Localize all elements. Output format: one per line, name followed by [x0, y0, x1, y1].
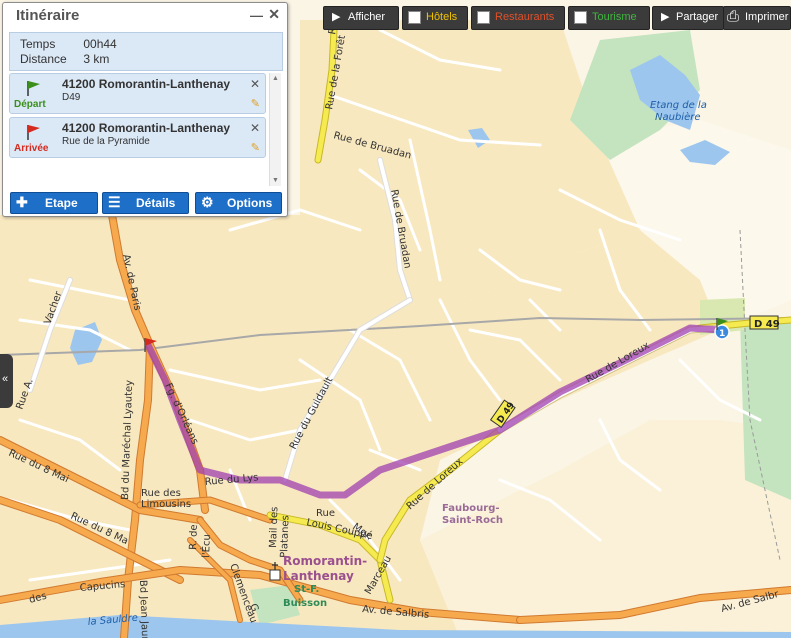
details-button[interactable]: ☰ Détails [102, 192, 189, 214]
label-faubourg-2: Saint-Roch [442, 515, 503, 526]
label-st-f: St-F. [294, 584, 319, 595]
stop-arrivee[interactable]: Arrivée 41200 Romorantin-Lanthenay Rue d… [9, 117, 266, 158]
green-flag-icon [27, 81, 40, 96]
time-row: Temps 00h44 [20, 37, 117, 51]
restaurants-checkbox[interactable] [477, 11, 490, 24]
close-icon[interactable]: ✕ [268, 6, 280, 23]
svg-text:D 49: D 49 [754, 319, 780, 330]
itinerary-panel: Itinéraire — ✕ Temps 00h44 Distance 3 km… [2, 2, 288, 217]
hotels-checkbox[interactable] [408, 11, 421, 24]
label-etang-2: Naubière [655, 111, 701, 123]
distance-value: 3 km [83, 52, 110, 66]
time-value: 00h44 [83, 37, 117, 51]
collapse-panel-tab[interactable]: « [0, 354, 13, 408]
stops-scrollbar[interactable]: ▲ ▼ [269, 73, 281, 186]
route-summary: Temps 00h44 Distance 3 km [9, 32, 283, 71]
label-etang-1: Etang de la [650, 100, 707, 111]
partager-button[interactable]: ▶ Partager [652, 6, 724, 30]
minimize-icon[interactable]: — [250, 8, 263, 23]
label-mail: Mail des [268, 507, 280, 549]
play-icon: ▶ [332, 11, 341, 23]
label-rue-r: R. de [188, 524, 200, 550]
stop-street: Rue de la Pyramide [62, 136, 150, 147]
label-limousins-1: Rue des [141, 488, 181, 499]
label-town-2: Lanthenay [283, 569, 354, 583]
road-badge-d49-east: D 49 [749, 315, 780, 330]
list-icon: ☰ [108, 194, 121, 210]
stop-role: Départ [14, 99, 46, 110]
scroll-up-icon[interactable]: ▲ [272, 75, 279, 82]
label-lecu: l'Écu [199, 534, 213, 558]
label-platanes: Platanes [279, 515, 291, 558]
stop-depart[interactable]: Départ 41200 Romorantin-Lanthenay D49 ✕ … [9, 73, 266, 114]
label-bd-jaur: Bd Jean Jaur [137, 580, 150, 638]
stop-city: 41200 Romorantin-Lanthenay [62, 121, 231, 135]
tourisme-checkbox[interactable] [574, 11, 587, 24]
label-faubourg-1: Faubourg- [442, 503, 500, 514]
remove-stop-icon[interactable]: ✕ [250, 77, 260, 91]
label-limousins-2: Limousins [141, 499, 191, 510]
scroll-down-icon[interactable]: ▼ [272, 177, 279, 184]
afficher-button[interactable]: ▶ Afficher [323, 6, 399, 30]
hotels-toggle[interactable]: Hôtels [402, 6, 468, 30]
edit-pencil-icon[interactable]: ✎ [251, 97, 260, 110]
stops-list: Départ 41200 Romorantin-Lanthenay D49 ✕ … [9, 73, 281, 186]
add-etape-button[interactable]: ✚ Etape [10, 192, 98, 214]
printer-icon: ⎙ [727, 8, 740, 25]
gear-icon: ⚙ [201, 194, 214, 210]
time-label: Temps [20, 37, 56, 51]
stop-role: Arrivée [14, 143, 49, 154]
stop-city: 41200 Romorantin-Lanthenay [62, 77, 231, 91]
svg-text:1: 1 [719, 329, 725, 339]
label-buisson: Buisson [283, 598, 327, 609]
stop-street: D49 [62, 92, 81, 103]
label-louis-couppe-1: Rue [316, 508, 335, 519]
panel-title: Itinéraire [16, 7, 80, 24]
imprimer-button[interactable]: ⎙ Imprimer [723, 6, 791, 30]
red-flag-icon [27, 125, 40, 140]
play-icon: ▶ [661, 11, 670, 23]
plus-icon: ✚ [16, 194, 28, 210]
label-town-1: Romorantin- [283, 554, 367, 568]
start-marker[interactable]: 1 [714, 318, 730, 340]
distance-label: Distance [20, 52, 67, 66]
edit-pencil-icon[interactable]: ✎ [251, 141, 260, 154]
double-chevron-left-icon: « [2, 373, 9, 385]
options-button[interactable]: ⚙ Options [195, 192, 282, 214]
remove-stop-icon[interactable]: ✕ [250, 121, 260, 135]
tourisme-toggle[interactable]: Tourisme [568, 6, 650, 30]
restaurants-toggle[interactable]: Restaurants [471, 6, 565, 30]
distance-row: Distance 3 km [20, 52, 109, 66]
